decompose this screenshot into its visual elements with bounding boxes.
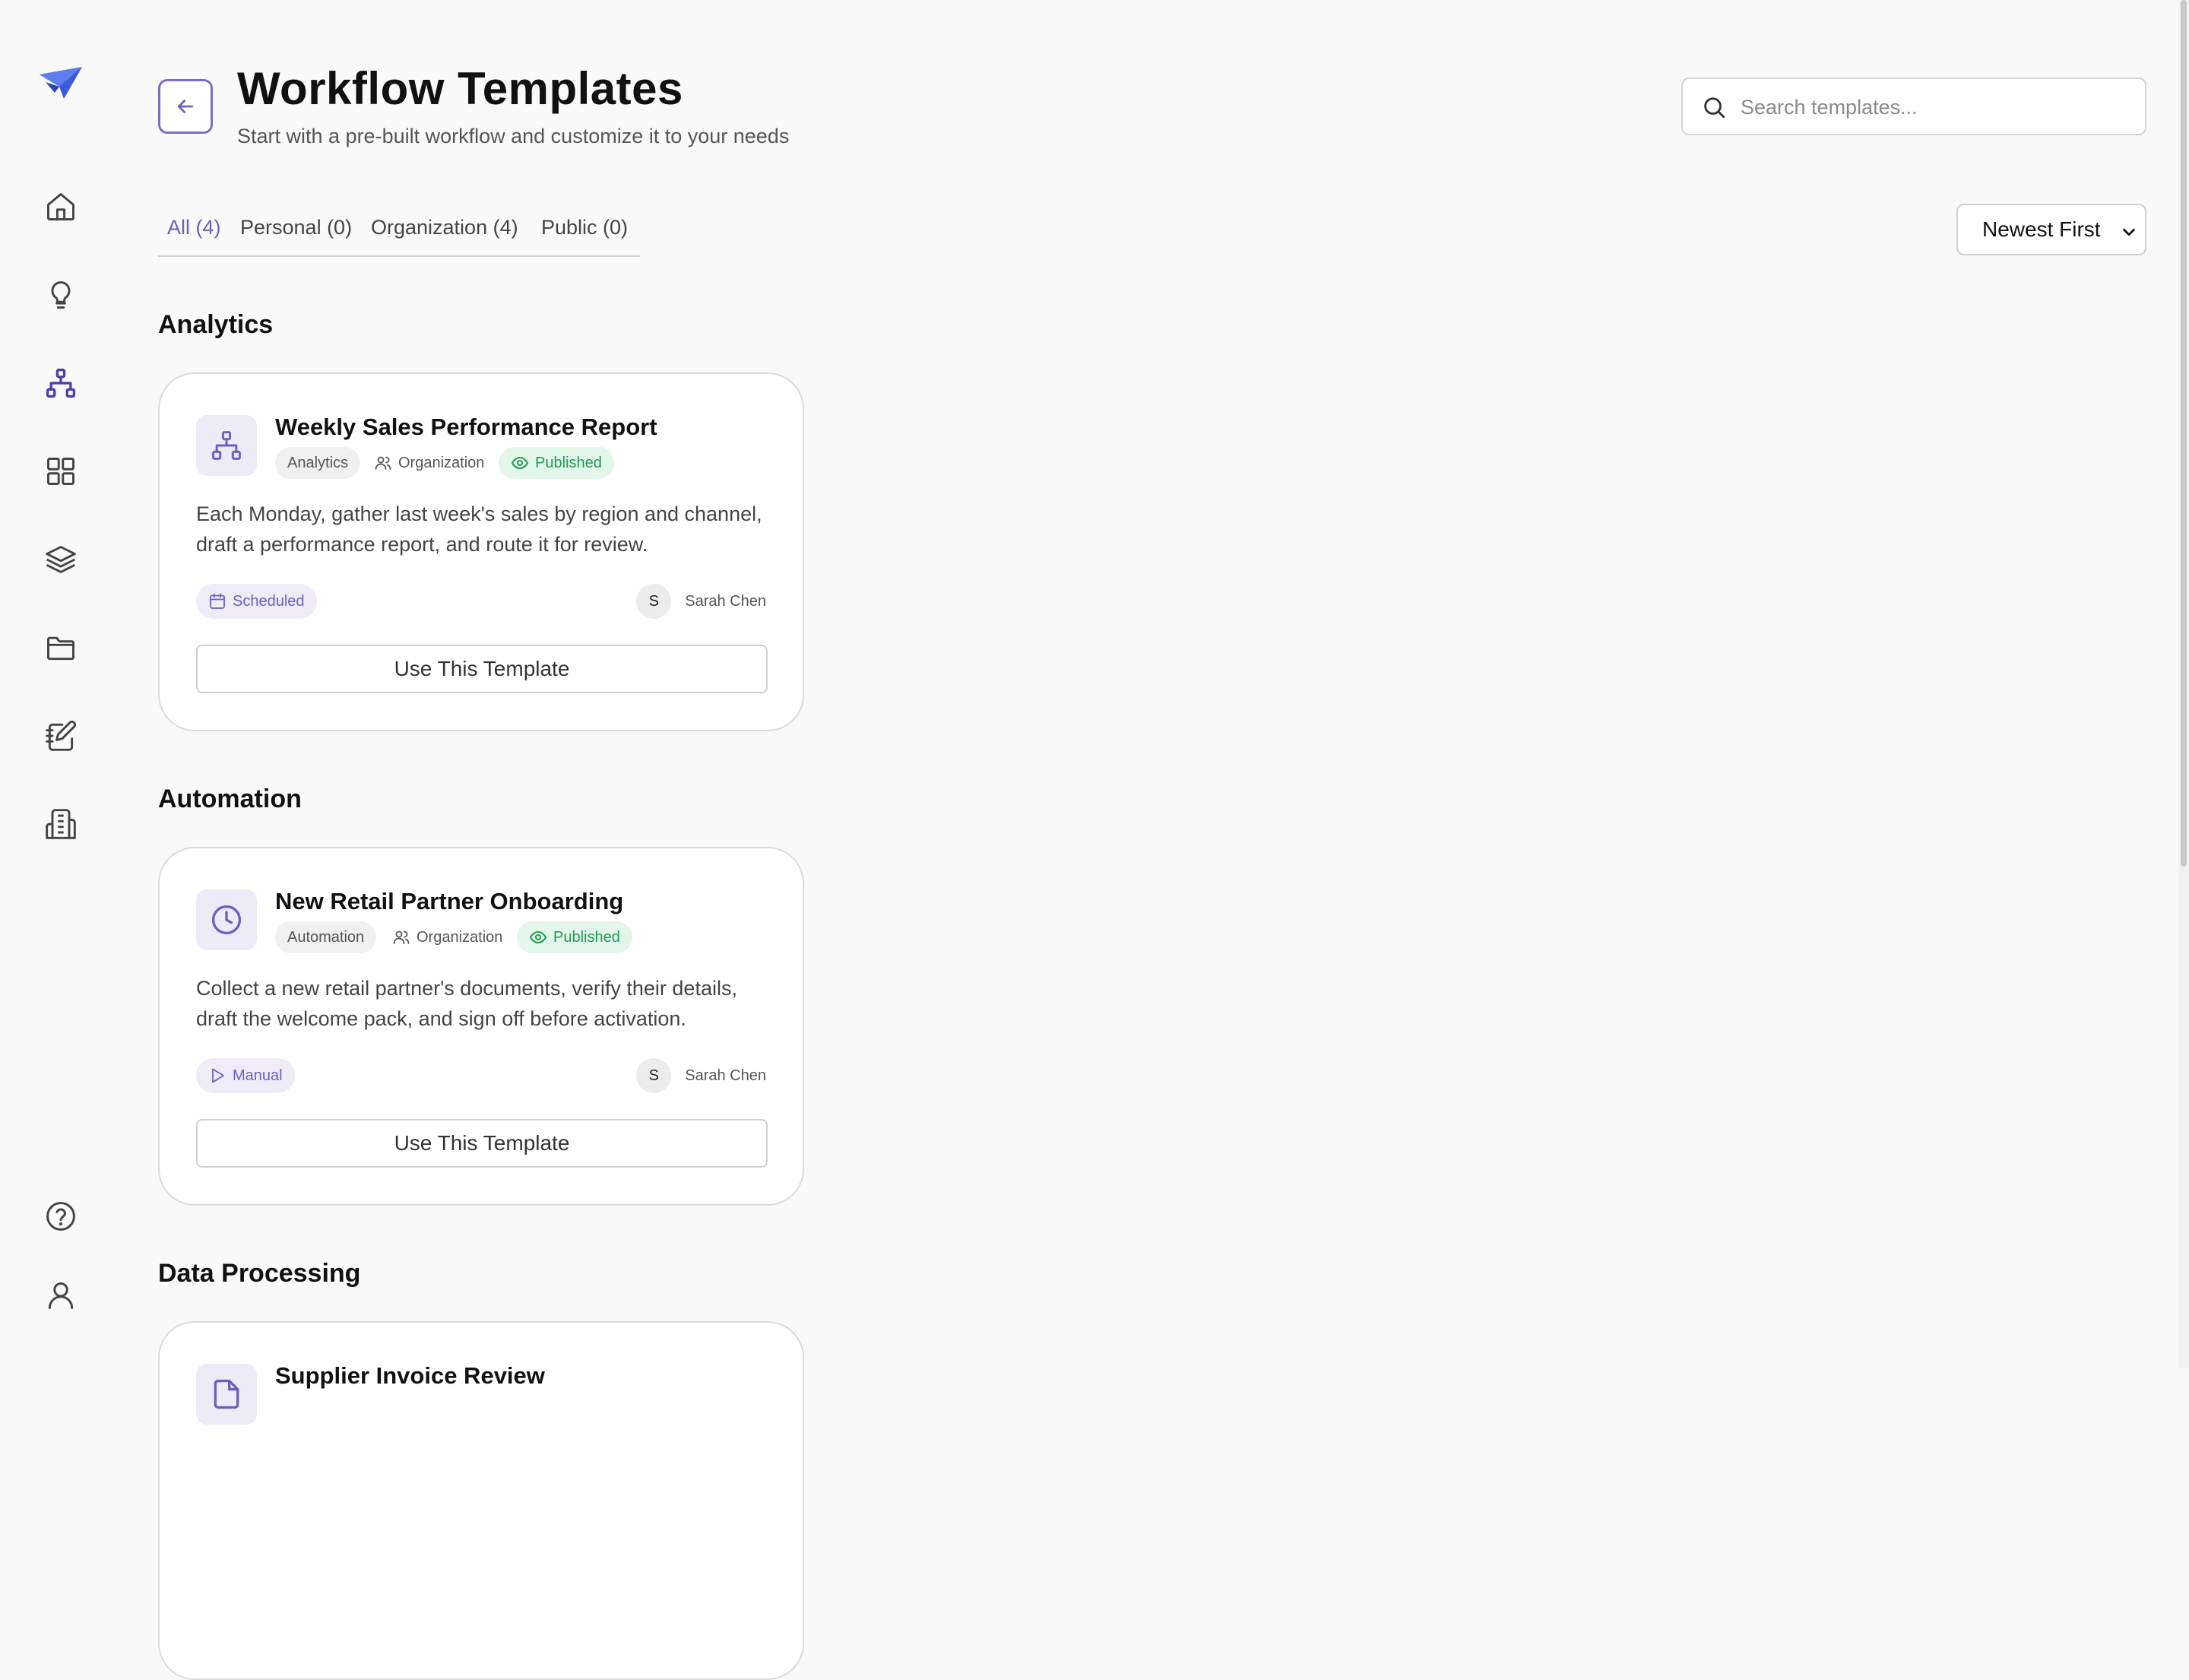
page-subtitle: Start with a pre-built workflow and cust… bbox=[237, 125, 790, 147]
section-title-automation: Automation bbox=[158, 785, 302, 813]
category-badge: Analytics bbox=[275, 447, 361, 479]
filter-tabs: All (4) Personal (0) Organization (4) Pu… bbox=[158, 205, 640, 257]
sidebar-item-files[interactable] bbox=[38, 625, 84, 670]
visibility-label: Organization bbox=[417, 928, 503, 946]
template-card: Weekly Sales Performance Report Analytic… bbox=[158, 372, 804, 731]
app-logo-icon[interactable] bbox=[38, 64, 84, 103]
workflow-icon bbox=[46, 368, 76, 398]
status-badge: Published bbox=[517, 921, 632, 953]
notebook-pen-icon bbox=[46, 721, 76, 751]
lightbulb-icon bbox=[51, 281, 71, 309]
trigger-badge: Manual bbox=[196, 1058, 295, 1093]
status-badge: Published bbox=[499, 447, 614, 479]
template-card: New Retail Partner Onboarding Automation… bbox=[158, 847, 804, 1206]
play-icon bbox=[212, 1068, 224, 1083]
card-title: Supplier Invoice Review bbox=[275, 1362, 545, 1389]
tab-organization[interactable]: Organization (4) bbox=[371, 216, 518, 239]
sidebar-item-workflows[interactable] bbox=[38, 360, 84, 406]
category-badge: Automation bbox=[275, 921, 377, 953]
users-icon bbox=[393, 930, 410, 944]
sidebar-item-help[interactable] bbox=[38, 1193, 84, 1239]
card-author: S Sarah Chen bbox=[636, 584, 766, 619]
section-title-data-processing: Data Processing bbox=[158, 1259, 361, 1288]
avatar: S bbox=[636, 584, 672, 619]
arrow-left-icon bbox=[177, 100, 194, 113]
use-template-button[interactable]: Use This Template bbox=[196, 645, 768, 693]
card-description: Each Monday, gather last week's sales by… bbox=[196, 502, 762, 556]
search-icon bbox=[1704, 97, 1725, 119]
sort-selected-value: Newest First bbox=[1982, 217, 2101, 241]
workflow-icon bbox=[212, 431, 241, 460]
user-icon bbox=[48, 1282, 74, 1309]
status-label: Published bbox=[553, 928, 620, 946]
card-icon bbox=[196, 889, 257, 950]
visibility-label: Organization bbox=[398, 454, 485, 471]
sidebar-item-organization[interactable] bbox=[38, 801, 84, 847]
author-name: Sarah Chen bbox=[685, 592, 766, 610]
file-icon bbox=[214, 1379, 239, 1409]
eye-icon bbox=[511, 456, 529, 470]
author-name: Sarah Chen bbox=[685, 1067, 766, 1084]
clock-icon bbox=[211, 905, 242, 935]
avatar: S bbox=[636, 1058, 672, 1093]
card-icon bbox=[196, 415, 257, 476]
visibility-badge: Organization bbox=[374, 447, 484, 479]
sidebar bbox=[0, 0, 122, 1368]
card-author: S Sarah Chen bbox=[636, 1058, 766, 1093]
card-icon bbox=[196, 1364, 257, 1425]
layers-icon bbox=[46, 546, 76, 573]
scrollbar-thumb[interactable] bbox=[2181, 0, 2187, 867]
sort-select[interactable]: Newest First bbox=[1956, 204, 2146, 255]
home-icon bbox=[47, 193, 74, 220]
card-title: Weekly Sales Performance Report bbox=[275, 414, 657, 440]
scrollbar[interactable] bbox=[2178, 0, 2189, 1368]
card-description: Collect a new retail partner's documents… bbox=[196, 977, 737, 1030]
sidebar-item-ideas[interactable] bbox=[38, 272, 84, 318]
back-button[interactable] bbox=[158, 79, 213, 134]
sidebar-item-layers[interactable] bbox=[38, 537, 84, 582]
grid-icon bbox=[47, 458, 74, 485]
sidebar-item-profile[interactable] bbox=[38, 1273, 84, 1318]
trigger-label: Manual bbox=[233, 1067, 283, 1084]
status-label: Published bbox=[535, 454, 602, 471]
help-circle-icon bbox=[46, 1202, 75, 1231]
chevron-down-icon bbox=[2123, 228, 2135, 236]
sidebar-item-notes[interactable] bbox=[38, 713, 84, 759]
visibility-badge: Organization bbox=[392, 921, 502, 953]
building-icon bbox=[46, 809, 76, 839]
folder-icon bbox=[47, 636, 74, 661]
tab-public[interactable]: Public (0) bbox=[541, 216, 628, 239]
tab-all[interactable]: All (4) bbox=[167, 216, 221, 239]
search-box bbox=[1681, 78, 2146, 135]
tab-personal[interactable]: Personal (0) bbox=[240, 216, 352, 239]
template-card: Supplier Invoice Review bbox=[158, 1321, 804, 1680]
trigger-badge: Scheduled bbox=[196, 584, 317, 619]
card-title: New Retail Partner Onboarding bbox=[275, 888, 624, 914]
search-input[interactable] bbox=[1739, 79, 2137, 135]
use-template-button[interactable]: Use This Template bbox=[196, 1119, 768, 1168]
calendar-icon bbox=[210, 593, 225, 609]
users-icon bbox=[375, 456, 391, 470]
sidebar-item-apps[interactable] bbox=[38, 449, 84, 494]
trigger-label: Scheduled bbox=[233, 592, 305, 610]
section-title-analytics: Analytics bbox=[158, 310, 274, 339]
page-title: Workflow Templates bbox=[237, 63, 683, 114]
sidebar-item-home[interactable] bbox=[38, 184, 84, 230]
eye-icon bbox=[529, 930, 547, 944]
